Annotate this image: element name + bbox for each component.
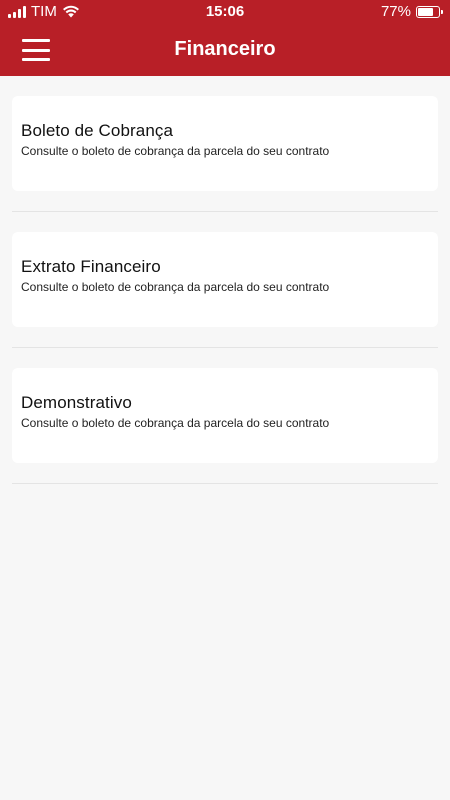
app-header: TIM 15:06 77% Financeiro bbox=[0, 0, 450, 76]
option-card-boleto[interactable]: Boleto de Cobrança Consulte o boleto de … bbox=[12, 96, 438, 191]
option-card-extrato[interactable]: Extrato Financeiro Consulte o boleto de … bbox=[12, 232, 438, 327]
divider bbox=[12, 347, 438, 348]
status-bar: TIM 15:06 77% bbox=[0, 0, 450, 24]
battery-percent: 77% bbox=[380, 3, 411, 20]
page-title: Financeiro bbox=[174, 38, 276, 60]
option-subtitle: Consulte o boleto de cobrança da parcela… bbox=[21, 416, 330, 430]
divider bbox=[12, 211, 438, 212]
option-title: Demonstrativo bbox=[21, 393, 132, 412]
option-subtitle: Consulte o boleto de cobrança da parcela… bbox=[21, 280, 330, 294]
navigation-bar: Financeiro bbox=[0, 28, 450, 74]
divider bbox=[12, 483, 438, 484]
option-subtitle: Consulte o boleto de cobrança da parcela… bbox=[21, 144, 330, 158]
status-right: 77% bbox=[380, 3, 443, 20]
option-card-demonstrativo[interactable]: Demonstrativo Consulte o boleto de cobra… bbox=[12, 368, 438, 463]
battery-fill bbox=[418, 7, 434, 16]
battery-icon bbox=[416, 5, 443, 18]
option-title: Extrato Financeiro bbox=[21, 257, 161, 276]
financial-options-list: Boleto de Cobrança Consulte o boleto de … bbox=[0, 96, 450, 504]
option-title: Boleto de Cobrança bbox=[21, 121, 174, 140]
